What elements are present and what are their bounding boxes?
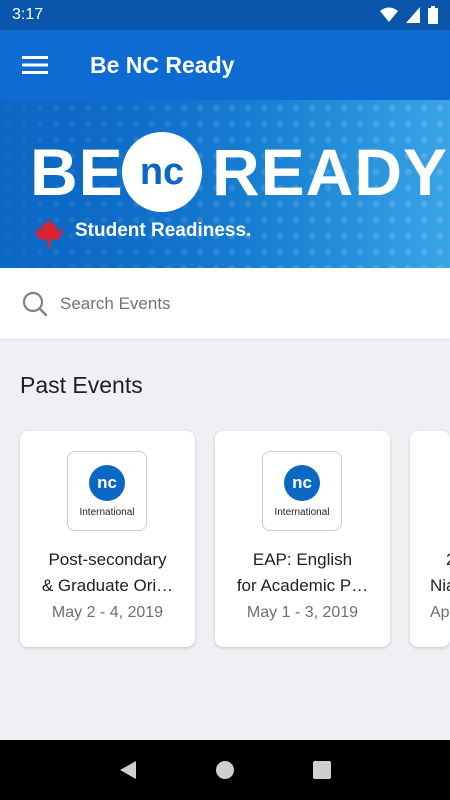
- search-icon: [22, 291, 48, 316]
- banner-tagline: Student Readiness.: [75, 220, 252, 241]
- logo-caption: International: [274, 506, 330, 518]
- menu-button[interactable]: [0, 30, 70, 100]
- app-title: Be NC Ready: [90, 51, 235, 78]
- event-card-partial[interactable]: 2 Nia Ap: [410, 431, 450, 647]
- event-card[interactable]: nc International EAP: English for Academ…: [215, 431, 390, 647]
- event-logo: nc International: [67, 451, 147, 531]
- event-date: Ap: [430, 604, 450, 621]
- home-icon: [215, 761, 234, 779]
- event-title-line2: Nia: [430, 576, 450, 595]
- event-title: EAP: English for Academic P…: [225, 547, 380, 599]
- home-button[interactable]: [205, 750, 245, 790]
- nc-logo-mark: nc: [284, 464, 320, 501]
- banner-word-be: BE: [30, 135, 124, 209]
- event-date: May 1 - 3, 2019: [246, 604, 359, 621]
- event-date: May 2 - 4, 2019: [51, 604, 164, 621]
- nc-logo-mark: nc: [89, 464, 125, 501]
- signal-icon: [406, 7, 420, 23]
- banner-nc-logo: nc: [122, 132, 202, 212]
- app-bar: Be NC Ready: [0, 30, 450, 100]
- event-title-line2: for Academic P…: [236, 576, 369, 595]
- search-bar[interactable]: [0, 268, 450, 340]
- battery-icon: [428, 6, 438, 24]
- wifi-icon: [380, 7, 398, 22]
- event-card[interactable]: nc International Post-secondary & Gradua…: [20, 431, 195, 647]
- event-title-line2: & Graduate Ori…: [41, 576, 174, 595]
- recents-button[interactable]: [302, 750, 342, 790]
- event-logo: nc International: [262, 451, 342, 531]
- hero-banner: BE nc READY Student Readiness.: [0, 100, 450, 268]
- system-nav-bar: [0, 740, 450, 800]
- event-carousel[interactable]: nc International Post-secondary & Gradua…: [20, 431, 450, 647]
- search-input[interactable]: [60, 293, 420, 314]
- banner-word-ready: READY: [212, 135, 449, 209]
- event-title: Post-secondary & Graduate Ori…: [30, 547, 185, 599]
- logo-caption: International: [79, 506, 135, 518]
- maple-leaf-icon: [34, 218, 64, 248]
- event-title-line1: EAP: English: [252, 550, 353, 569]
- section-title-past-events: Past Events: [20, 372, 143, 398]
- status-time: 3:17: [12, 6, 44, 23]
- event-title: 2 Nia: [420, 547, 450, 599]
- recents-icon: [312, 761, 331, 779]
- event-title-line1: Post-secondary: [48, 550, 167, 569]
- back-button[interactable]: [108, 750, 148, 790]
- back-icon: [120, 761, 137, 779]
- menu-icon: [22, 56, 48, 74]
- banner-nc-text: nc: [139, 150, 185, 193]
- event-title-line1: 2: [420, 547, 450, 573]
- status-bar: 3:17: [0, 0, 450, 30]
